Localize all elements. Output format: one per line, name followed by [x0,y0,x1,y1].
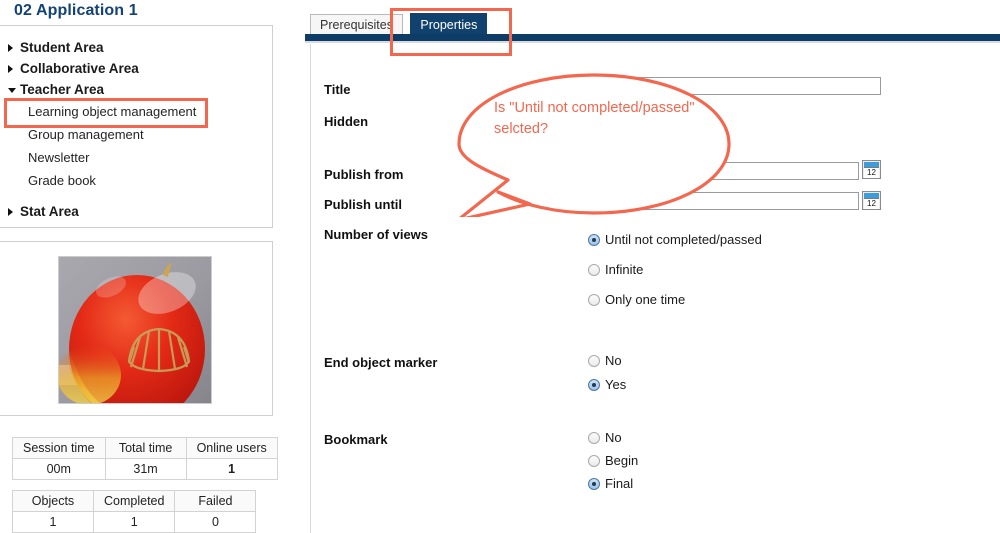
radio-option-only-one-time[interactable]: Only one time [588,292,685,307]
radio-indicator [588,379,600,391]
page-title: 02 Application 1 [14,2,138,19]
table-row: 00m 31m 1 [12,458,278,480]
radio-indicator [588,234,600,246]
radio-label: No [605,353,622,368]
sidebar-item-learning-object-management[interactable]: Learning object management [0,100,272,123]
sidebar-item-group-management[interactable]: Group management [0,123,272,146]
radio-indicator [588,355,600,367]
label-publish-until: Publish until [324,197,402,212]
radio-label: Yes [605,377,627,392]
sidebar-item-newsletter[interactable]: Newsletter [0,146,272,169]
cell-total-time: 31m [104,458,187,480]
chevron-right-icon [8,43,13,52]
sidebar-item-student-area[interactable]: Student Area [0,37,272,58]
chevron-down-icon [8,87,16,93]
tab-underline-bar [305,34,1000,41]
column-header-completed: Completed [92,490,176,512]
radio-option-bookmark-begin[interactable]: Begin [588,453,638,468]
table-row: 1 1 0 [12,511,257,533]
calendar-icon-label: 12 [864,168,879,178]
tab-underline-shadow [305,41,1000,43]
radio-option-end-marker-yes[interactable]: Yes [588,377,626,392]
radio-label: Begin [605,453,639,468]
label-bookmark: Bookmark [324,432,388,447]
cell-failed: 0 [174,511,257,533]
radio-indicator [588,294,600,306]
radio-option-bookmark-no[interactable]: No [588,430,622,445]
label-title: Title [324,82,351,97]
calendar-icon-publish-until[interactable]: 12 [862,191,881,210]
sidebar-item-label: Student Area [20,40,104,55]
media-panel [0,241,273,416]
navigation-list: Student Area Collaborative Area Teacher … [0,37,272,222]
radio-label: No [605,430,622,445]
radio-option-infinite[interactable]: Infinite [588,262,643,277]
content-area: Prerequisites Properties Title Hidden Pu… [305,0,1000,533]
label-publish-from: Publish from [324,167,404,182]
objects-stats-table: Objects Completed Failed 1 1 0 [12,490,257,533]
apple-image [58,256,212,404]
column-header-online-users: Online users [185,437,278,459]
tab-properties[interactable]: Properties [410,13,488,35]
sidebar-item-collaborative-area[interactable]: Collaborative Area [0,58,272,79]
radio-indicator [588,264,600,276]
sidebar-item-teacher-area[interactable]: Teacher Area [0,79,272,100]
sidebar-item-stat-area[interactable]: Stat Area [0,201,272,222]
label-hidden: Hidden [324,114,369,129]
cell-completed: 1 [92,511,176,533]
label-number-of-views: Number of views [324,227,429,242]
sidebar-item-label: Teacher Area [20,82,105,97]
radio-option-bookmark-final[interactable]: Final [588,476,633,491]
radio-option-end-marker-no[interactable]: No [588,353,622,368]
tab-list: Prerequisites Properties [310,13,490,35]
column-header-failed: Failed [174,490,257,512]
column-header-objects: Objects [12,490,94,512]
table-header-row: Session time Total time Online users [12,437,278,459]
radio-label: Only one time [605,292,686,307]
title-input[interactable] [581,77,881,95]
cell-objects: 1 [12,511,94,533]
publish-from-input[interactable] [581,162,859,180]
sidebar-item-label: Collaborative Area [20,61,139,76]
publish-until-input[interactable] [581,192,859,210]
column-header-session-time: Session time [12,437,106,459]
sidebar-item-grade-book[interactable]: Grade book [0,169,272,192]
radio-indicator [588,455,600,467]
column-header-total-time: Total time [104,437,187,459]
radio-indicator [588,432,600,444]
cell-online-users: 1 [185,458,278,480]
radio-option-until-not-completed-passed[interactable]: Until not completed/passed [588,232,762,247]
properties-form: Title Hidden Publish from Publish until … [310,44,1000,533]
table-header-row: Objects Completed Failed [12,490,257,512]
radio-label: Until not completed/passed [605,232,762,247]
radio-label: Infinite [605,262,644,277]
label-end-object-marker: End object marker [324,355,438,370]
cell-session-time: 00m [12,458,106,480]
sidebar-item-label: Stat Area [20,204,79,219]
app-screenshot: 02 Application 1 Student Area Collaborat… [0,0,1000,533]
chevron-right-icon [8,207,13,216]
tab-prerequisites[interactable]: Prerequisites [310,14,403,35]
navigation-panel: Student Area Collaborative Area Teacher … [0,25,273,228]
session-stats-table: Session time Total time Online users 00m… [12,437,278,480]
radio-label: Final [605,476,634,491]
calendar-icon-label: 12 [864,199,879,209]
calendar-icon-publish-from[interactable]: 12 [862,160,881,179]
radio-indicator [588,478,600,490]
chevron-right-icon [8,64,13,73]
